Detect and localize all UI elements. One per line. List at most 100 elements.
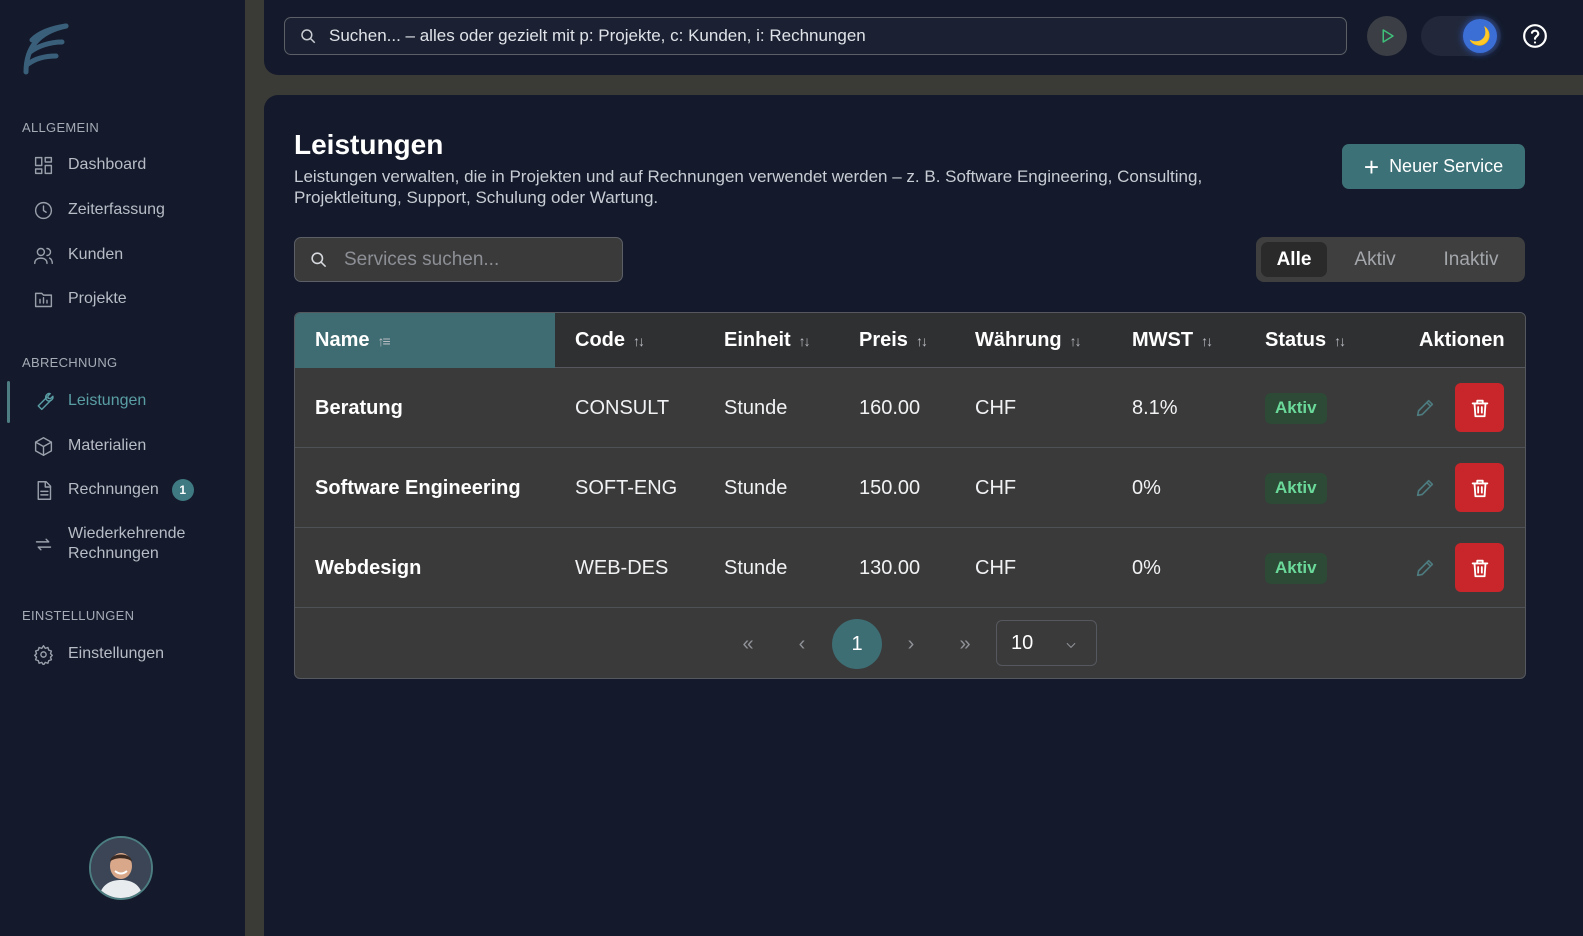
search-icon (301, 29, 316, 44)
sidebar-item-dashboard[interactable]: Dashboard (8, 145, 236, 185)
cell-status: Aktiv (1265, 368, 1327, 448)
header-label: Preis (859, 329, 908, 351)
cell-currency: CHF (975, 476, 1017, 499)
service-search-input[interactable] (344, 248, 622, 271)
moon-icon: 🌙 (1463, 19, 1497, 53)
trash-icon (1471, 399, 1488, 417)
edit-button[interactable] (1411, 554, 1439, 582)
cell-unit: Stunde (724, 556, 788, 579)
plus-icon: + (1363, 151, 1380, 182)
cell-vat: 0% (1132, 476, 1161, 499)
play-icon (1382, 29, 1394, 43)
trash-icon (1471, 559, 1488, 577)
sidebar-item-projects[interactable]: Projekte (8, 279, 236, 319)
column-header-status[interactable]: Status ↑↓ (1265, 313, 1346, 368)
sort-icon: ↑↓ (633, 332, 645, 349)
header-label: Aktionen (1419, 329, 1505, 351)
prev-page-button[interactable]: ‹ (782, 620, 822, 668)
avatar-image (91, 838, 151, 898)
table-row[interactable]: Webdesign WEB-DES Stunde 130.00 CHF 0% A… (295, 528, 1525, 608)
app-logo[interactable] (22, 20, 70, 76)
pencil-icon (1416, 399, 1434, 417)
topbar: 🌙 (264, 0, 1583, 75)
sidebar-item-materials[interactable]: Materialien (8, 426, 236, 466)
header-label: Status (1265, 329, 1327, 351)
last-page-button[interactable]: » (945, 620, 985, 668)
column-header-unit[interactable]: Einheit ↑↓ (724, 313, 811, 368)
sidebar-item-settings[interactable]: Einstellungen (8, 634, 236, 674)
section-title-settings: EINSTELLUNGEN (22, 608, 135, 623)
sidebar-item-label: Dashboard (68, 156, 147, 173)
global-search[interactable] (284, 17, 1347, 55)
sort-icon: ↑↓ (798, 332, 811, 349)
header-label: Name (315, 329, 370, 351)
invoices-count-badge: 1 (171, 479, 194, 501)
header-label: Einheit (724, 329, 791, 351)
start-timer-button[interactable] (1367, 16, 1407, 56)
page-size-value: 10 (1011, 631, 1034, 654)
sidebar-item-time-tracking[interactable]: Zeiterfassung (8, 190, 236, 230)
sidebar-item-label: Leistungen (68, 392, 147, 409)
service-search[interactable] (294, 237, 623, 282)
cell-code: CONSULT (575, 396, 670, 419)
chevron-down-icon (1064, 635, 1078, 649)
delete-button[interactable] (1455, 463, 1504, 512)
page-size-select[interactable]: 10 (996, 620, 1097, 666)
page-button-current[interactable]: 1 (832, 619, 882, 669)
table-row[interactable]: Beratung CONSULT Stunde 160.00 CHF 8.1% … (295, 368, 1525, 448)
column-header-price[interactable]: Preis ↑↓ (859, 313, 928, 368)
column-header-code[interactable]: Code ↑↓ (575, 313, 645, 368)
cell-unit: Stunde (724, 396, 788, 419)
box-icon (32, 435, 54, 457)
status-badge: Aktiv (1265, 472, 1327, 504)
new-service-button[interactable]: + Neuer Service (1342, 144, 1525, 189)
sidebar-item-invoices[interactable]: Rechnungen 1 (8, 470, 236, 510)
user-avatar[interactable] (89, 836, 153, 900)
sort-icon: ↑↓ (915, 332, 928, 349)
sidebar-item-services[interactable]: Leistungen (8, 381, 236, 421)
first-page-button[interactable]: « (728, 620, 768, 668)
edit-button[interactable] (1411, 394, 1439, 422)
delete-button[interactable] (1455, 543, 1504, 592)
main-panel: Leistungen Leistungen verwalten, die in … (264, 95, 1583, 936)
sidebar-item-label: Zeiterfassung (68, 201, 165, 218)
filter-tab-active[interactable]: Aktiv (1327, 242, 1423, 277)
next-page-button[interactable]: › (891, 620, 931, 668)
sort-icon: ↑↓ (1069, 332, 1082, 349)
cell-price: 160.00 (859, 396, 921, 419)
status-filter: Alle Aktiv Inaktiv (1256, 237, 1525, 282)
filter-tab-all[interactable]: Alle (1261, 242, 1327, 277)
dashboard-icon (32, 154, 54, 176)
pencil-icon (1416, 479, 1434, 497)
filter-tab-inactive[interactable]: Inaktiv (1423, 242, 1519, 277)
cell-currency: CHF (975, 396, 1017, 419)
cell-vat: 0% (1132, 556, 1161, 579)
page-subtitle: Leistungen verwalten, die in Projekten u… (294, 167, 1203, 207)
cell-name: Webdesign (315, 556, 422, 579)
cell-price: 130.00 (859, 556, 921, 579)
edit-button[interactable] (1411, 474, 1439, 502)
page-title: Leistungen (294, 129, 444, 160)
cell-unit: Stunde (724, 476, 788, 499)
column-header-name[interactable]: Name ↑≡ (295, 313, 555, 368)
global-search-input[interactable] (329, 26, 1346, 46)
column-header-currency[interactable]: Währung ↑↓ (975, 313, 1082, 368)
header-label: Code (575, 329, 625, 351)
column-header-actions: Aktionen (1419, 313, 1505, 368)
delete-button[interactable] (1455, 383, 1504, 432)
sidebar-item-recurring-invoices[interactable]: Wiederkehrende Rechnungen (8, 520, 236, 568)
column-header-vat[interactable]: MWST ↑↓ (1132, 313, 1213, 368)
sort-icon: ↑↓ (1334, 332, 1346, 349)
label-line-2: Rechnungen (68, 545, 159, 562)
users-icon (32, 244, 54, 266)
table-row[interactable]: Software Engineering SOFT-ENG Stunde 150… (295, 448, 1525, 528)
sidebar-item-customers[interactable]: Kunden (8, 235, 236, 275)
pencil-icon (1416, 559, 1434, 577)
cell-name: Beratung (315, 396, 403, 419)
cell-price: 150.00 (859, 476, 921, 499)
pagination: « ‹ 1 › » 10 (295, 608, 1525, 678)
sidebar: ALLGEMEIN Dashboard Zeiterfassung Kunden… (0, 0, 245, 936)
document-icon (32, 479, 54, 501)
help-button[interactable] (1517, 18, 1553, 54)
theme-toggle[interactable]: 🌙 (1421, 16, 1501, 56)
